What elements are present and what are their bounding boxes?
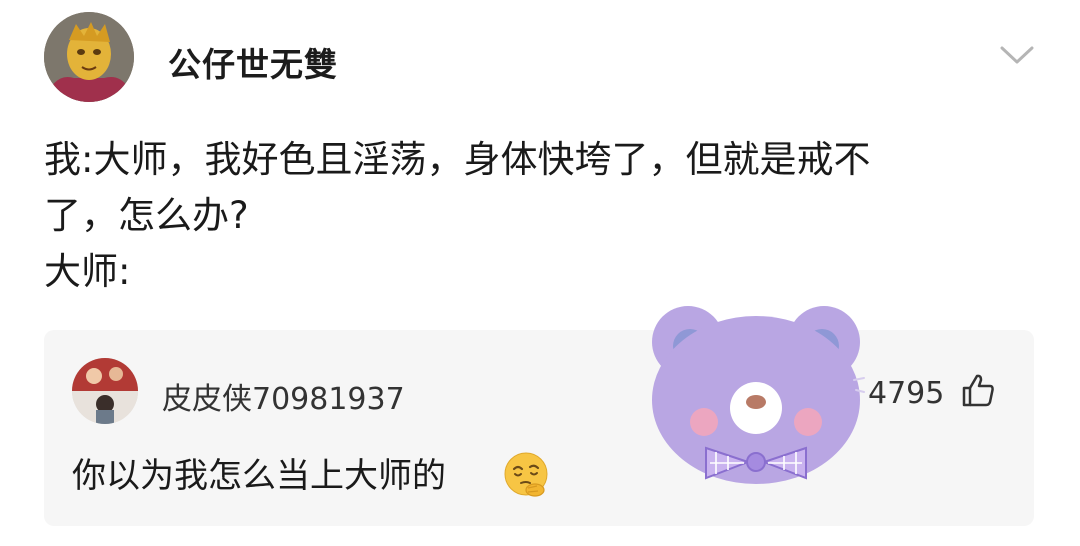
author-name[interactable]: 公仔世无雙 [168,38,338,86]
post-line: 大师: [44,250,131,293]
commenter-avatar-image [72,358,138,424]
hot-comment-card[interactable]: 皮皮侠70981937 4795 你以为我怎么当上大师的 [44,330,1034,526]
commenter-avatar[interactable] [72,358,138,424]
like-count: 4795 [868,376,945,411]
post-header: 公仔世无雙 [44,12,1040,102]
post-line: 了，怎么办? [44,194,249,237]
post-line: 我:大师，我好色且淫荡，身体快垮了，但就是戒不 [44,138,871,181]
author-avatar-image [44,12,134,102]
commenter-name[interactable]: 皮皮侠70981937 [162,374,405,418]
chevron-down-icon[interactable] [999,44,1035,66]
author-avatar[interactable] [44,12,134,102]
purple-bear-sticker [652,306,865,484]
post-content: 我:大师，我好色且淫荡，身体快垮了，但就是戒不 了，怎么办? 大师: [44,132,1044,300]
thinking-face-emoji [504,452,548,497]
comment-text: 你以为我怎么当上大师的 [72,456,446,496]
thumbs-up-icon[interactable] [960,372,996,408]
